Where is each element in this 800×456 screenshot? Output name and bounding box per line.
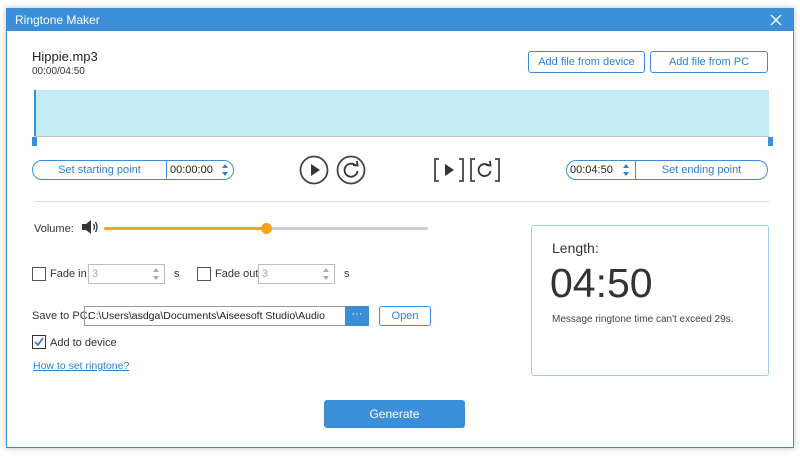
spinner-arrows-icon xyxy=(323,268,329,280)
close-button[interactable] xyxy=(767,11,785,29)
start-handle[interactable] xyxy=(32,137,37,146)
volume-button[interactable] xyxy=(81,219,99,240)
add-to-device-checkbox[interactable] xyxy=(32,335,46,349)
ringtone-maker-window: Ringtone Maker Hippie.mp3 00:00/04:50 Ad… xyxy=(6,8,794,448)
volume-slider-fill xyxy=(104,227,266,230)
save-to-pc-label: Save to PC: xyxy=(32,310,91,322)
length-panel: Length: 04:50 Message ringtone time can'… xyxy=(531,225,769,376)
set-starting-point-button[interactable]: Set starting point xyxy=(33,161,166,179)
file-time: 00:00/04:50 xyxy=(32,66,85,77)
play-segment-icon xyxy=(434,158,464,182)
fade-in-label: Fade in xyxy=(50,268,87,280)
length-value: 04:50 xyxy=(550,260,653,306)
set-ending-point-button[interactable]: Set ending point xyxy=(635,161,767,179)
volume-label: Volume: xyxy=(34,223,74,235)
window-title: Ringtone Maker xyxy=(15,13,100,27)
start-time-spinner[interactable] xyxy=(220,162,230,178)
file-name: Hippie.mp3 xyxy=(32,49,98,64)
fade-out-label: Fade out xyxy=(215,268,259,280)
add-file-from-device-button[interactable]: Add file from device xyxy=(528,51,645,73)
play-selection-button[interactable] xyxy=(433,155,465,190)
replay-button[interactable] xyxy=(336,155,366,190)
replay-selection-button[interactable] xyxy=(469,155,501,190)
open-folder-button[interactable]: Open xyxy=(379,306,431,326)
spinner-arrows-icon xyxy=(222,164,228,176)
fade-in-checkbox[interactable] xyxy=(32,267,46,281)
end-point-group: 00:04:50 Set ending point xyxy=(566,160,768,180)
browse-button[interactable]: ··· xyxy=(345,306,369,326)
end-time-input[interactable]: 00:04:50 xyxy=(567,161,615,179)
playhead[interactable] xyxy=(34,90,36,136)
add-file-from-pc-button[interactable]: Add file from PC xyxy=(650,51,768,73)
replay-icon xyxy=(336,155,366,185)
checkmark-icon xyxy=(34,337,44,347)
section-divider xyxy=(34,201,769,202)
fade-out-value: 3 xyxy=(262,268,269,280)
volume-slider-thumb[interactable] xyxy=(261,223,272,234)
fade-in-value: 3 xyxy=(92,268,99,280)
fade-in-unit: s xyxy=(174,268,180,280)
spinner-arrows-icon xyxy=(153,268,159,280)
title-bar: Ringtone Maker xyxy=(7,9,793,31)
generate-button[interactable]: Generate xyxy=(324,400,465,428)
save-path-input[interactable]: C:\Users\asdga\Documents\Aiseesoft Studi… xyxy=(84,306,346,326)
how-to-set-ringtone-link[interactable]: How to set ringtone? xyxy=(33,360,129,372)
fade-in-input[interactable]: 3 xyxy=(88,264,165,284)
play-button[interactable] xyxy=(299,155,329,190)
fade-out-input[interactable]: 3 xyxy=(258,264,335,284)
spinner-arrows-icon xyxy=(623,164,629,176)
start-point-group: Set starting point 00:00:00 xyxy=(32,160,234,180)
end-time-spinner[interactable] xyxy=(621,162,631,178)
end-handle[interactable] xyxy=(768,137,773,146)
replay-segment-icon xyxy=(470,158,500,182)
speaker-icon xyxy=(82,220,98,234)
start-time-input[interactable]: 00:00:00 xyxy=(166,161,214,179)
close-icon xyxy=(770,14,782,26)
play-icon xyxy=(299,155,329,185)
length-label: Length: xyxy=(552,240,599,256)
length-message: Message ringtone time can't exceed 29s. xyxy=(552,314,734,325)
add-to-device-label: Add to device xyxy=(50,337,117,349)
waveform-baseline xyxy=(34,136,769,137)
fade-out-unit: s xyxy=(344,268,350,280)
volume-slider[interactable] xyxy=(104,223,428,234)
fade-out-checkbox[interactable] xyxy=(197,267,211,281)
waveform-area[interactable] xyxy=(34,90,769,136)
